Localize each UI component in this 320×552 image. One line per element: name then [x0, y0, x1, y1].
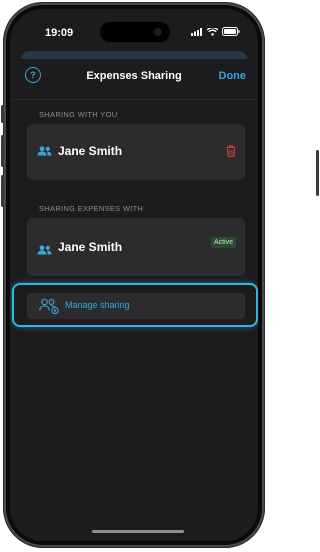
section-label-sharing-with-you: SHARING WITH YOU [39, 110, 118, 119]
trash-icon[interactable] [226, 145, 236, 157]
nav-bar: ? Expenses Sharing Done [10, 59, 258, 100]
status-badge: Active [210, 237, 236, 248]
manage-sharing-button[interactable]: Manage sharing [27, 293, 245, 319]
manage-sharing-label: Manage sharing [65, 300, 130, 310]
status-icons [191, 27, 240, 36]
volume-up-button [1, 135, 4, 167]
sharing-expenses-with-card[interactable]: Jane Smith Active [27, 218, 245, 276]
people-icon [37, 146, 52, 156]
status-bar: 19:09 [10, 9, 258, 53]
people-icon [37, 245, 52, 255]
expenses-sharing-sheet: ? Expenses Sharing Done SHARING WITH YOU… [10, 59, 258, 541]
contact-name: Jane Smith [58, 240, 123, 254]
action-button [1, 105, 4, 123]
status-time: 19:09 [45, 27, 74, 39]
dynamic-island [100, 22, 170, 42]
done-button[interactable]: Done [219, 70, 247, 82]
shared-with-you-card[interactable]: Jane Smith [27, 124, 245, 180]
home-indicator [92, 530, 184, 533]
battery-icon [222, 27, 240, 36]
manage-sharing-icon [39, 298, 59, 314]
signal-icon [191, 27, 202, 36]
volume-down-button [1, 175, 4, 207]
screen: 19:09 ? Expenses Sharing Done SHARING WI… [10, 9, 258, 541]
camera-dot [154, 28, 162, 36]
contact-name: Jane Smith [58, 144, 123, 158]
section-label-sharing-expenses-with: SHARING EXPENSES WITH [39, 204, 144, 213]
wifi-icon [207, 27, 218, 36]
power-button [316, 150, 319, 196]
